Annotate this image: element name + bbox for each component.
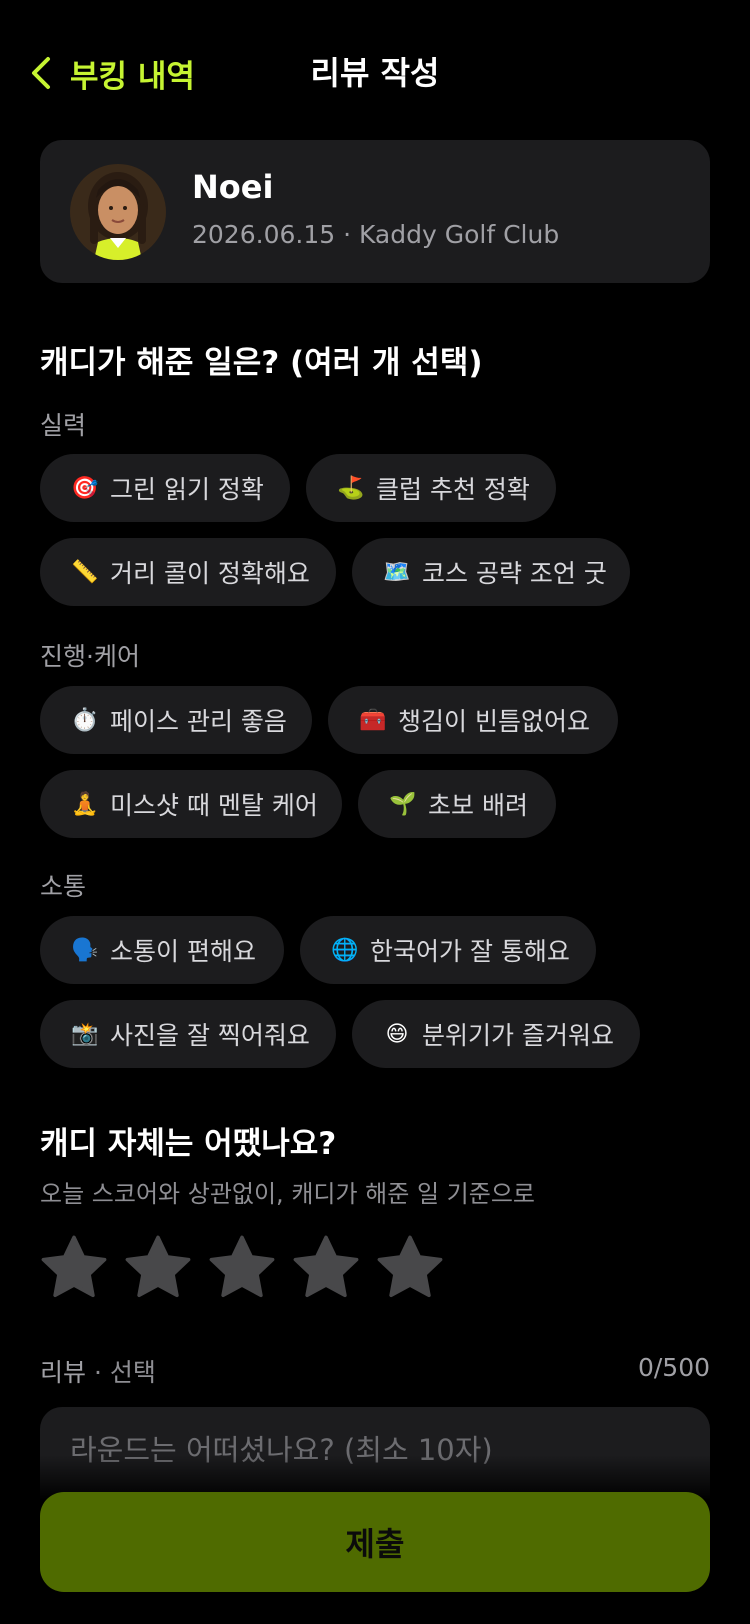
chip-label: 사진을 잘 찍어줘요 — [110, 1021, 310, 1050]
chip-label: 초보 배려 — [428, 791, 528, 820]
star-1-icon[interactable] — [38, 1232, 110, 1304]
chip-label: 챙김이 빈틈없어요 — [398, 707, 590, 736]
group-label-communication: 소통 — [40, 872, 87, 901]
submit-button[interactable]: 제출 — [40, 1492, 710, 1592]
chip-fun-atmosphere[interactable]: 😄 분위기가 즐거워요 — [352, 1000, 640, 1068]
star-4-icon[interactable] — [290, 1232, 362, 1304]
chip-label: 미스샷 때 멘탈 케어 — [110, 791, 318, 820]
globe-icon: 🌐 — [331, 937, 359, 963]
star-2-icon[interactable] — [122, 1232, 194, 1304]
smiling-face-icon: 😄 — [385, 1021, 409, 1047]
camera-flash-icon: 📸 — [71, 1021, 99, 1047]
chip-thorough-care[interactable]: 🧰 챙김이 빈틈없어요 — [328, 686, 618, 754]
caddy-avatar — [70, 164, 166, 260]
chip-label: 클럽 추천 정확 — [376, 475, 530, 504]
seedling-icon: 🌱 — [389, 791, 417, 817]
chip-korean-fluent[interactable]: 🌐 한국어가 잘 통해요 — [300, 916, 596, 984]
rating-subtitle: 오늘 스코어와 상관없이, 캐디가 해준 일 기준으로 — [40, 1180, 536, 1208]
star-3-icon[interactable] — [206, 1232, 278, 1304]
chip-label: 페이스 관리 좋음 — [110, 707, 287, 736]
chip-label: 코스 공략 조언 굿 — [422, 559, 607, 588]
chip-label: 분위기가 즐거워요 — [422, 1021, 614, 1050]
char-count: 0/500 — [637, 1353, 710, 1382]
chip-club-recommendation[interactable]: ⛳ 클럽 추천 정확 — [306, 454, 556, 522]
toolbox-icon: 🧰 — [359, 707, 387, 733]
review-label-text: 리뷰 — [40, 1358, 87, 1387]
chip-label: 거리 콜이 정확해요 — [110, 559, 310, 588]
chip-green-reading[interactable]: 🎯 그린 읽기 정확 — [40, 454, 290, 522]
golf-flag-icon: ⛳ — [337, 475, 365, 501]
nav-bar: 부킹 내역 리뷰 작성 — [0, 0, 750, 145]
chevron-left-icon — [32, 57, 50, 89]
meditation-icon: 🧘 — [71, 791, 99, 817]
back-button[interactable]: 부킹 내역 — [30, 50, 195, 96]
chip-course-strategy[interactable]: 🗺️ 코스 공략 조언 굿 — [352, 538, 630, 606]
chip-distance-call[interactable]: 📏 거리 콜이 정확해요 — [40, 538, 336, 606]
booking-card: Noei 2026.06.15 · Kaddy Golf Club — [40, 140, 710, 283]
star-5-icon[interactable] — [374, 1232, 446, 1304]
stopwatch-icon: ⏱️ — [71, 707, 99, 733]
chip-easy-communication[interactable]: 🗣️ 소통이 편해요 — [40, 916, 284, 984]
caddy-name: Noei — [192, 168, 274, 206]
ruler-icon: 📏 — [71, 559, 99, 585]
chip-beginner-friendly[interactable]: 🌱 초보 배려 — [358, 770, 556, 838]
chip-good-photos[interactable]: 📸 사진을 잘 찍어줘요 — [40, 1000, 336, 1068]
map-icon: 🗺️ — [383, 559, 411, 585]
review-label: 리뷰 · 선택 — [40, 1353, 156, 1389]
chip-label: 그린 읽기 정확 — [110, 475, 264, 504]
target-icon: 🎯 — [71, 475, 99, 501]
booking-date-course: 2026.06.15 · Kaddy Golf Club — [192, 220, 560, 249]
tasks-section-title: 캐디가 해준 일은? (여러 개 선택) — [40, 345, 483, 381]
group-label-skill: 실력 — [40, 411, 87, 440]
chip-label: 한국어가 잘 통해요 — [370, 937, 570, 966]
chip-mental-care[interactable]: 🧘 미스샷 때 멘탈 케어 — [40, 770, 342, 838]
speaking-head-icon: 🗣️ — [71, 937, 99, 963]
back-label: 부킹 내역 — [70, 58, 195, 95]
group-label-care: 진행·케어 — [40, 642, 140, 671]
submit-label: 제출 — [345, 1525, 405, 1563]
chip-pace-management[interactable]: ⏱️ 페이스 관리 좋음 — [40, 686, 312, 754]
chip-label: 소통이 편해요 — [110, 937, 256, 966]
rating-section-title: 캐디 자체는 어땠나요? — [40, 1126, 337, 1162]
review-optional-text: · 선택 — [86, 1358, 156, 1387]
